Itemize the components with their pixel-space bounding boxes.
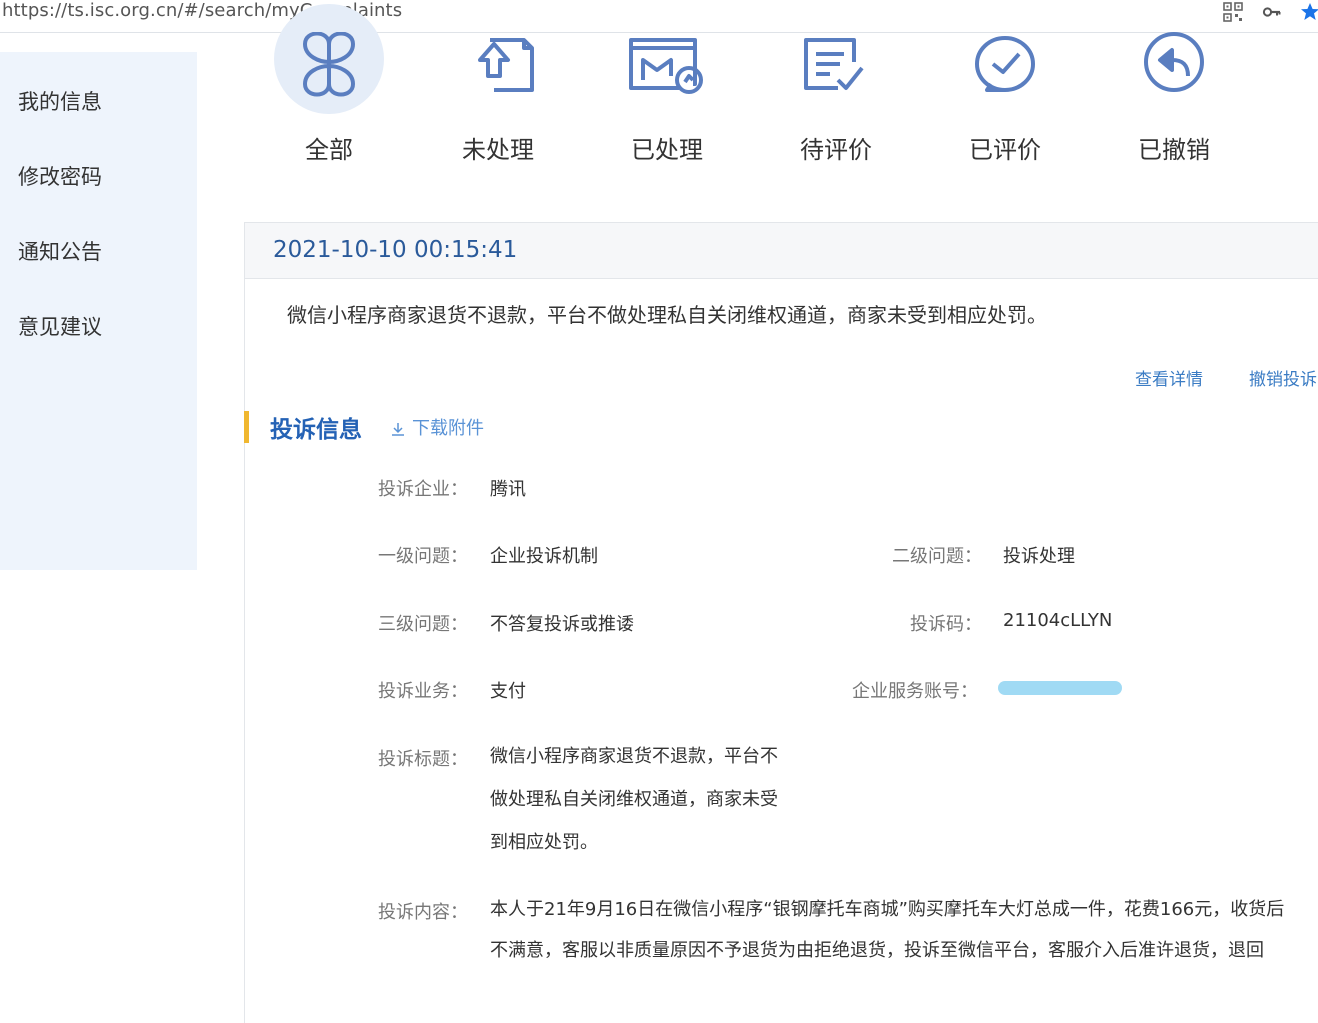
tab-withdrawn-label: 已撤销 xyxy=(1138,136,1210,164)
level2-label: 二级问题： xyxy=(892,546,982,567)
complaint-code-value: 21104cLLYN xyxy=(1003,610,1113,631)
title-value: 微信小程序商家退货不退款，平台不 做处理私自关闭维权通道，商家未受 到相应处罚。 xyxy=(490,735,810,864)
star-icon[interactable] xyxy=(1300,2,1318,22)
service-account-label: 企业服务账号： xyxy=(852,681,978,702)
sidebar-item-feedback[interactable]: 意见建议 xyxy=(18,311,102,341)
tab-withdrawn[interactable]: 已撤销 xyxy=(1089,32,1259,172)
tab-unprocessed-label: 未处理 xyxy=(462,136,534,164)
sidebar-item-notices[interactable]: 通知公告 xyxy=(18,236,102,266)
upload-doc-icon xyxy=(444,32,552,112)
complaint-code-label: 投诉码： xyxy=(910,614,982,635)
tab-processed-label: 已处理 xyxy=(631,136,703,164)
withdraw-complaint-link[interactable]: 撤销投诉 xyxy=(1249,365,1317,390)
qr-code-icon[interactable] xyxy=(1223,2,1243,22)
tab-all[interactable]: 全部 xyxy=(244,4,414,172)
tab-pending-review-label: 待评价 xyxy=(800,136,872,164)
tab-reviewed[interactable]: 已评价 xyxy=(920,32,1090,172)
level3-value: 不答复投诉或推诿 xyxy=(490,614,634,635)
pending-review-icon xyxy=(782,32,890,112)
company-label: 投诉企业： xyxy=(378,479,468,500)
tab-processed[interactable]: 已处理 xyxy=(582,32,752,172)
business-value: 支付 xyxy=(490,681,526,702)
key-icon[interactable] xyxy=(1262,2,1282,22)
content-line: 不满意，客服以非质量原因不予退货为由拒绝退货，投诉至微信平台，客服介入后准许退货… xyxy=(490,940,1264,961)
level1-value: 企业投诉机制 xyxy=(490,546,598,567)
level3-label: 三级问题： xyxy=(378,614,468,635)
undo-icon xyxy=(1120,32,1228,112)
company-value: 腾讯 xyxy=(490,479,526,500)
complaint-summary: 微信小程序商家退货不退款，平台不做处理私自关闭维权通道，商家未受到相应处罚。 xyxy=(287,303,1047,327)
tab-unprocessed[interactable]: 未处理 xyxy=(413,32,583,172)
section-title: 投诉信息 xyxy=(270,417,362,443)
business-label: 投诉业务： xyxy=(378,681,468,702)
complaint-card-header: 2021-10-10 00:15:41 xyxy=(245,223,1318,279)
title-line: 做处理私自关闭维权通道，商家未受 xyxy=(490,789,778,810)
section-accent-bar xyxy=(244,411,249,443)
download-label: 下载附件 xyxy=(412,418,484,439)
title-line: 微信小程序商家退货不退款，平台不 xyxy=(490,746,778,767)
content-value: 本人于21年9月16日在微信小程序“银钢摩托车商城”购买摩托车大灯总成一件，花费… xyxy=(490,889,1318,971)
download-attachment-link[interactable]: 下载附件 xyxy=(390,414,484,440)
tab-pending-review[interactable]: 待评价 xyxy=(751,32,921,172)
title-line: 到相应处罚。 xyxy=(490,832,598,853)
content-line: 本人于21年9月16日在微信小程序“银钢摩托车商城”购买摩托车大灯总成一件，花费… xyxy=(490,899,1285,920)
view-details-link[interactable]: 查看详情 xyxy=(1135,365,1203,390)
sidebar-item-my-info[interactable]: 我的信息 xyxy=(18,86,102,116)
title-label: 投诉标题： xyxy=(378,749,468,770)
processed-doc-icon xyxy=(613,32,721,112)
sidebar: 我的信息 修改密码 通知公告 意见建议 xyxy=(0,52,197,570)
address-bar[interactable]: https://ts.isc.org.cn/#/search/myComplai… xyxy=(0,0,1318,33)
complaint-time: 2021-10-10 00:15:41 xyxy=(273,237,518,263)
download-icon xyxy=(392,423,404,436)
check-chat-icon xyxy=(951,32,1059,112)
level1-label: 一级问题： xyxy=(378,546,468,567)
tab-reviewed-label: 已评价 xyxy=(969,136,1041,164)
level2-value: 投诉处理 xyxy=(1003,546,1075,567)
grid-icon xyxy=(275,31,383,112)
tab-all-label: 全部 xyxy=(305,136,353,164)
redacted-account-mask xyxy=(998,681,1122,695)
sidebar-item-change-password[interactable]: 修改密码 xyxy=(18,161,102,191)
content-label: 投诉内容： xyxy=(378,902,468,923)
